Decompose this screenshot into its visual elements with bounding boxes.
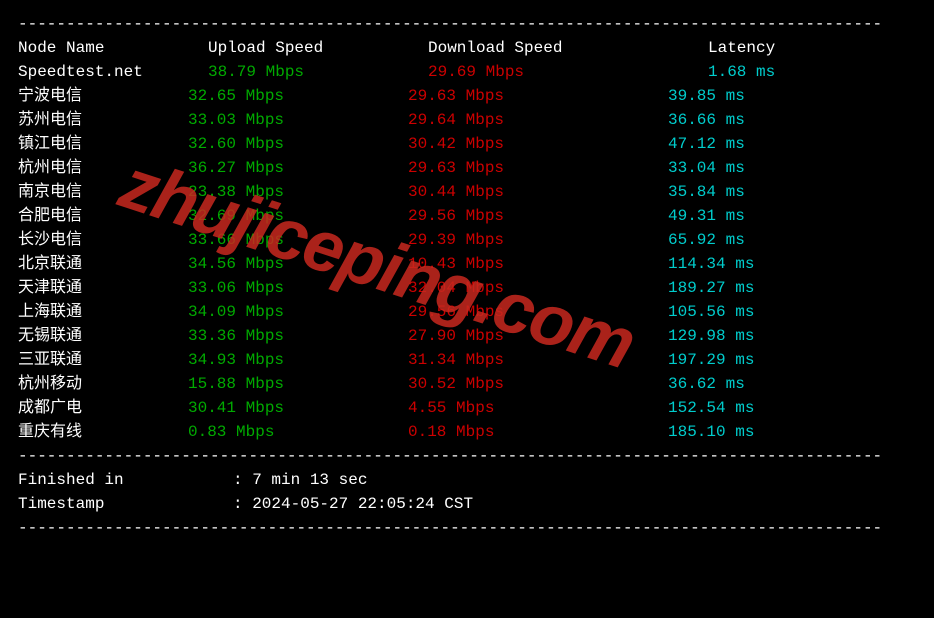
download-cell: 4.55 Mbps [408,396,638,420]
upload-cell: 34.93 Mbps [188,348,408,372]
upload-cell: 36.27 Mbps [188,156,408,180]
download-cell: 31.34 Mbps [408,348,638,372]
download-cell: 30.52 Mbps [408,372,638,396]
upload-cell: 15.88 Mbps [188,372,408,396]
node-name-cell: 北京联通 [18,252,188,276]
latency-cell: 35.84 ms [638,180,838,204]
header-upload-speed: Upload Speed [208,36,428,60]
upload-cell: 30.41 Mbps [188,396,408,420]
table-row: 杭州电信36.27 Mbps29.63 Mbps33.04 ms [18,156,916,180]
node-name-cell: 天津联通 [18,276,188,300]
upload-cell: 33.66 Mbps [188,228,408,252]
footer-finished-label: Finished in [18,468,233,492]
upload-cell: 32.69 Mbps [188,204,408,228]
table-row: 苏州电信33.03 Mbps29.64 Mbps36.66 ms [18,108,916,132]
download-cell: 29.63 Mbps [408,84,638,108]
latency-cell: 47.12 ms [638,132,838,156]
table-row: 长沙电信33.66 Mbps29.39 Mbps65.92 ms [18,228,916,252]
table-row: 合肥电信32.69 Mbps29.56 Mbps49.31 ms [18,204,916,228]
latency-cell: 65.92 ms [638,228,838,252]
download-cell: 29.56 Mbps [408,204,638,228]
table-row: 成都广电30.41 Mbps4.55 Mbps152.54 ms [18,396,916,420]
header-download-speed: Download Speed [428,36,658,60]
upload-cell: 23.38 Mbps [188,180,408,204]
latency-cell: 197.29 ms [638,348,838,372]
latency-cell: 1.68 ms [658,60,858,84]
download-cell: 29.64 Mbps [408,108,638,132]
upload-cell: 33.03 Mbps [188,108,408,132]
table-row: 天津联通33.06 Mbps32.04 Mbps189.27 ms [18,276,916,300]
table-row: Speedtest.net 38.79 Mbps 29.69 Mbps 1.68… [18,60,916,84]
node-name-cell: 镇江电信 [18,132,188,156]
table-row: 三亚联通34.93 Mbps31.34 Mbps197.29 ms [18,348,916,372]
upload-cell: 32.65 Mbps [188,84,408,108]
latency-cell: 185.10 ms [638,420,838,444]
upload-cell: 32.60 Mbps [188,132,408,156]
latency-cell: 33.04 ms [638,156,838,180]
upload-cell: 33.06 Mbps [188,276,408,300]
latency-cell: 49.31 ms [638,204,838,228]
table-row: 南京电信23.38 Mbps30.44 Mbps35.84 ms [18,180,916,204]
table-row: 北京联通34.56 Mbps10.43 Mbps114.34 ms [18,252,916,276]
dashed-separator-top: ----------------------------------------… [18,12,916,36]
footer-finished-row: Finished in : 7 min 13 sec [18,468,916,492]
table-row: 重庆有线0.83 Mbps0.18 Mbps185.10 ms [18,420,916,444]
node-name-cell: 无锡联通 [18,324,188,348]
latency-cell: 39.85 ms [638,84,838,108]
header-node-name: Node Name [18,36,208,60]
table-row: 宁波电信32.65 Mbps29.63 Mbps39.85 ms [18,84,916,108]
footer-timestamp-label: Timestamp [18,492,233,516]
table-header-row: Node Name Upload Speed Download Speed La… [18,36,916,60]
download-cell: 0.18 Mbps [408,420,638,444]
latency-cell: 36.66 ms [638,108,838,132]
download-cell: 29.63 Mbps [408,156,638,180]
node-name-cell: 长沙电信 [18,228,188,252]
node-name-cell: 三亚联通 [18,348,188,372]
latency-cell: 152.54 ms [638,396,838,420]
latency-cell: 129.98 ms [638,324,838,348]
dashed-separator-mid: ----------------------------------------… [18,444,916,468]
download-cell: 29.39 Mbps [408,228,638,252]
download-cell: 32.04 Mbps [408,276,638,300]
latency-cell: 114.34 ms [638,252,838,276]
upload-cell: 34.56 Mbps [188,252,408,276]
download-cell: 27.90 Mbps [408,324,638,348]
latency-cell: 36.62 ms [638,372,838,396]
upload-cell: 38.79 Mbps [208,60,428,84]
table-row: 杭州移动15.88 Mbps30.52 Mbps36.62 ms [18,372,916,396]
download-cell: 29.69 Mbps [428,60,658,84]
footer-timestamp-value: : 2024-05-27 22:05:24 CST [233,492,473,516]
download-cell: 29.56 Mbps [408,300,638,324]
node-name-cell: 成都广电 [18,396,188,420]
table-row: 上海联通34.09 Mbps29.56 Mbps105.56 ms [18,300,916,324]
node-name-cell: 重庆有线 [18,420,188,444]
upload-cell: 33.36 Mbps [188,324,408,348]
upload-cell: 0.83 Mbps [188,420,408,444]
node-name-cell: 南京电信 [18,180,188,204]
latency-cell: 189.27 ms [638,276,838,300]
node-name-cell: 苏州电信 [18,108,188,132]
footer-timestamp-row: Timestamp : 2024-05-27 22:05:24 CST [18,492,916,516]
download-cell: 30.44 Mbps [408,180,638,204]
table-row: 镇江电信32.60 Mbps30.42 Mbps47.12 ms [18,132,916,156]
node-name-cell: 杭州电信 [18,156,188,180]
table-row: 无锡联通33.36 Mbps27.90 Mbps129.98 ms [18,324,916,348]
download-cell: 10.43 Mbps [408,252,638,276]
footer-finished-value: : 7 min 13 sec [233,468,367,492]
node-name-cell: Speedtest.net [18,60,208,84]
latency-cell: 105.56 ms [638,300,838,324]
header-latency: Latency [658,36,858,60]
node-name-cell: 合肥电信 [18,204,188,228]
upload-cell: 34.09 Mbps [188,300,408,324]
download-cell: 30.42 Mbps [408,132,638,156]
node-name-cell: 杭州移动 [18,372,188,396]
node-name-cell: 宁波电信 [18,84,188,108]
node-name-cell: 上海联通 [18,300,188,324]
dashed-separator-bottom: ----------------------------------------… [18,516,916,540]
